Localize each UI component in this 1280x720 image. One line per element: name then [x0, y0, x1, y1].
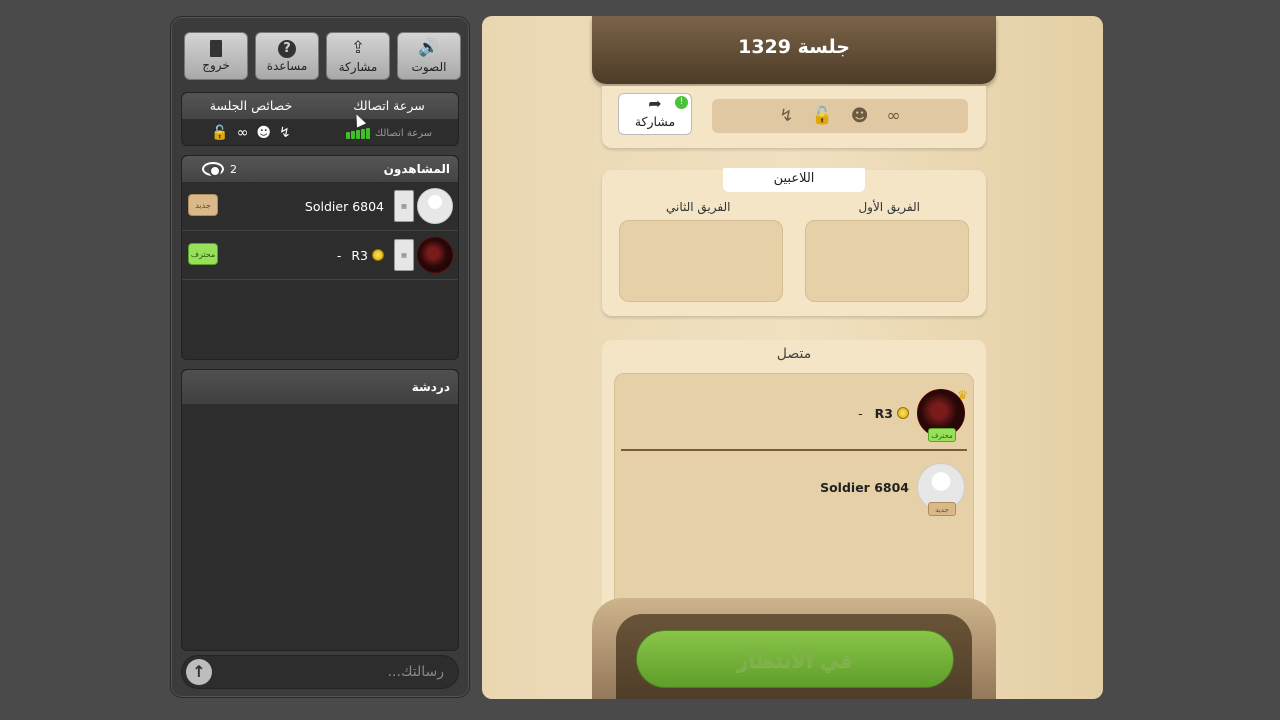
player-suffix: -	[858, 405, 863, 421]
card-icon: ▦	[394, 239, 414, 271]
fast-play-icon: ↯	[779, 106, 794, 126]
viewer-name-text: Soldier 6804	[304, 198, 384, 214]
sound-button[interactable]: 🔊 الصوت	[397, 32, 461, 80]
viewer-row[interactable]: ▦ R3 - محترف	[182, 231, 458, 280]
smiley-icon: ☻	[850, 106, 869, 126]
player-name-text: Soldier 6804	[820, 479, 909, 495]
avatar	[417, 188, 453, 224]
avatar: ♛ محترف	[917, 388, 968, 442]
session-action-strip: ➦ مشاركة ! ∞ ☻ 🔓 ↯	[602, 86, 986, 148]
wait-dock: في الانتظار	[592, 598, 996, 699]
signal-bars-icon	[345, 127, 370, 139]
unlock-icon: 🔓	[211, 125, 229, 141]
share-label: مشاركة	[338, 59, 378, 74]
viewers-title: المشاهدون	[383, 162, 450, 176]
rank-badge-new: جديد	[928, 502, 956, 516]
share-session-label: مشاركة	[634, 114, 676, 129]
team-two-slot[interactable]	[619, 220, 783, 302]
chat-box: دردشة	[181, 369, 459, 651]
viewers-count: 2	[202, 162, 237, 177]
speed-label: سرعة اتصالك	[374, 127, 433, 139]
connection-speed: سرعة اتصالك	[320, 127, 458, 139]
avatar	[417, 237, 453, 273]
side-panel: 🔊 الصوت ⇪ مشاركة ? مساعدة خروج سرعة اتصا…	[170, 16, 470, 698]
wait-dock-inner: في الانتظار	[616, 614, 972, 699]
viewer-name: R3 -	[337, 248, 384, 263]
connected-player-row[interactable]: ♛ محترف R3 -	[858, 388, 968, 442]
connected-card: متصل ♛ محترف R3 - جديد Soldier 6804	[602, 340, 986, 640]
connected-list: ♛ محترف R3 - جديد Soldier 6804	[614, 373, 974, 635]
rank-badge-new: جديد	[188, 194, 218, 216]
infinity-icon: ∞	[886, 106, 901, 126]
team-two-label: الفريق الثاني	[666, 200, 731, 214]
share-button[interactable]: ⇪ مشاركة	[326, 32, 390, 80]
game-board: جلسة 1329 ➦ مشاركة ! ∞ ☻ 🔓 ↯ اللاعبين ال…	[482, 16, 1103, 699]
connected-title: متصل	[776, 346, 812, 362]
viewer-name: Soldier 6804	[305, 199, 384, 214]
share-icon: ⇪	[350, 37, 366, 58]
rank-badge-pro: محترف	[188, 243, 218, 265]
session-props-pill: ∞ ☻ 🔓 ↯	[712, 99, 968, 133]
exit-label: خروج	[202, 58, 230, 72]
chat-title: دردشة	[182, 370, 458, 404]
session-props-icons: ↯ ☻ ∞ 🔓	[182, 125, 320, 141]
help-icon: ?	[278, 39, 296, 58]
speed-header: سرعة اتصالك	[353, 98, 425, 113]
speaker-icon: 🔊	[418, 37, 440, 58]
message-input[interactable]	[212, 664, 454, 680]
rank-badge-pro: محترف	[928, 428, 956, 442]
viewers-box: المشاهدون 2 ▦ Soldier 6804 جديد ▦ R3 - م…	[181, 155, 459, 360]
player-name: R3 -	[858, 406, 909, 421]
help-label: مساعدة	[266, 58, 308, 73]
viewer-count-value: 2	[230, 162, 237, 176]
eye-icon	[202, 162, 224, 177]
waiting-button[interactable]: في الانتظار	[636, 630, 954, 688]
fast-play-icon: ↯	[278, 125, 291, 141]
avatar: جديد	[917, 463, 965, 516]
help-button[interactable]: ? مساعدة	[255, 32, 319, 80]
send-arrow-icon[interactable]: ↑	[186, 659, 212, 685]
connected-player-row[interactable]: جديد Soldier 6804	[820, 463, 965, 516]
sound-label: الصوت	[411, 59, 447, 74]
session-props-header: خصائص الجلسة	[209, 98, 293, 113]
crown-icon: ♛	[957, 388, 968, 402]
divider	[621, 449, 967, 451]
props-header: سرعة اتصالك خصائص الجلسة	[182, 93, 458, 119]
top-toolbar: 🔊 الصوت ⇪ مشاركة ? مساعدة خروج	[181, 32, 461, 82]
session-title: جلسة 1329	[592, 16, 996, 84]
exit-door-icon	[210, 40, 222, 57]
smiley-icon: ☻	[256, 125, 271, 141]
team-one-slot[interactable]	[805, 220, 969, 302]
players-card: اللاعبين الفريق الأول الفريق الثاني	[602, 168, 986, 316]
unlock-icon: 🔓	[811, 106, 833, 126]
message-bar: ↑	[181, 655, 459, 689]
viewer-name-text: R3	[351, 247, 368, 263]
team-one-label: الفريق الأول	[858, 200, 920, 214]
props-body: سرعة اتصالك ↯ ☻ ∞ 🔓	[182, 119, 458, 147]
player-name-text: R3	[874, 405, 893, 421]
connection-props-box: سرعة اتصالك خصائص الجلسة سرعة اتصالك ↯ ☻…	[181, 92, 459, 146]
coin-icon	[372, 249, 384, 261]
infinity-icon: ∞	[236, 125, 249, 141]
player-name: Soldier 6804	[820, 480, 909, 495]
viewers-header: المشاهدون 2	[182, 156, 458, 182]
share-session-button[interactable]: ➦ مشاركة !	[618, 93, 692, 135]
viewer-suffix: -	[336, 247, 342, 263]
coin-icon	[897, 407, 909, 419]
viewer-row[interactable]: ▦ Soldier 6804 جديد	[182, 182, 458, 231]
notification-badge: !	[675, 96, 688, 109]
exit-button[interactable]: خروج	[184, 32, 248, 80]
card-icon: ▦	[394, 190, 414, 222]
players-tab: اللاعبين	[723, 168, 865, 192]
